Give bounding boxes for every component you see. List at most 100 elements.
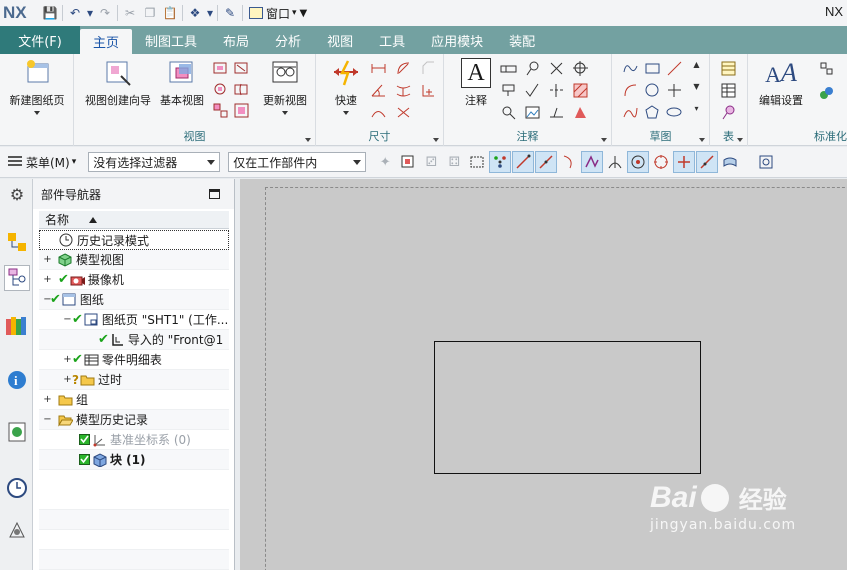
circle-icon[interactable] — [644, 82, 661, 99]
update-view-caret-icon[interactable] — [282, 111, 288, 115]
select-component-icon[interactable]: ⚂ — [420, 151, 442, 173]
datum-target-icon[interactable] — [548, 60, 565, 77]
table-note-icon[interactable] — [720, 60, 737, 77]
redo-icon[interactable]: ↷ — [95, 3, 115, 23]
surface-finish-icon[interactable] — [524, 82, 541, 99]
tab-tools[interactable]: 工具 — [366, 26, 418, 54]
selection-extra-icon[interactable] — [755, 151, 777, 173]
linear-dimension-icon[interactable] — [370, 60, 387, 77]
general-selection-icon[interactable] — [397, 151, 419, 173]
scope-select[interactable]: 仅在工作部件内 — [228, 152, 367, 172]
tree-row-block[interactable]: 块 (1) — [39, 450, 229, 470]
type-filter-select[interactable]: 没有选择过滤器 — [88, 152, 221, 172]
ordinate-dimension-icon[interactable] — [420, 82, 437, 99]
assembly-navigator-icon[interactable] — [4, 229, 30, 255]
datum-feature-icon[interactable] — [500, 82, 517, 99]
new-sheet-caret-icon[interactable] — [34, 111, 40, 115]
drawing-view-rectangle[interactable] — [434, 341, 701, 474]
expand-icon[interactable]: + — [43, 394, 52, 405]
rapid-dimension-caret-icon[interactable] — [343, 111, 349, 115]
collapse-icon[interactable]: − — [63, 314, 72, 325]
touch-mode-icon[interactable]: ✎ — [220, 3, 240, 23]
tab-home[interactable]: 主页 — [80, 29, 133, 54]
quick-access-customize-icon[interactable]: ▼ — [300, 8, 308, 19]
snap-control-point-icon[interactable] — [558, 151, 580, 173]
break-view-icon[interactable] — [233, 81, 250, 98]
tree-row-groups[interactable]: + 组 — [39, 390, 229, 410]
ellipse-icon[interactable] — [666, 104, 683, 121]
tab-drafting-tools[interactable]: 制图工具 — [132, 26, 210, 54]
expand-icon[interactable]: + — [63, 354, 72, 365]
dimension-group-more-icon[interactable] — [433, 138, 439, 142]
detail-view-icon[interactable] — [212, 81, 229, 98]
rectangle-select-icon[interactable] — [466, 151, 488, 173]
tree-row-imported-view[interactable]: ✔ 导入的 "Front@1 — [39, 330, 229, 350]
visibility-checkbox[interactable] — [79, 434, 90, 445]
visibility-checkbox[interactable] — [79, 454, 90, 465]
thickness-dimension-icon[interactable] — [395, 82, 412, 99]
paste-icon[interactable]: 📋 — [160, 3, 180, 23]
profile-icon[interactable] — [622, 60, 639, 77]
snap-on-surface-icon[interactable] — [719, 151, 741, 173]
expand-icon[interactable]: + — [43, 254, 52, 265]
expand-icon[interactable]: + — [63, 374, 72, 385]
snap-intersection-icon[interactable] — [581, 151, 604, 173]
view-wizard-button[interactable]: 视图创建向导 — [82, 58, 154, 108]
perimeter-dimension-icon[interactable] — [395, 104, 412, 121]
view-alignment-icon[interactable] — [212, 102, 229, 119]
checkmark-icon[interactable]: ✔ — [72, 312, 83, 327]
tree-row-parts-list[interactable]: + ✔ 零件明细表 — [39, 350, 229, 370]
area-fill-icon[interactable] — [572, 104, 589, 121]
tab-application[interactable]: 应用模块 — [418, 26, 496, 54]
expand-icon[interactable]: + — [43, 274, 52, 285]
history-palette-icon[interactable] — [4, 419, 30, 445]
snap-quadrant-icon[interactable] — [650, 151, 672, 173]
base-view-button[interactable]: 基本视图 — [156, 58, 208, 108]
web-browser-icon[interactable]: i — [4, 367, 30, 393]
standard-palette-icon[interactable] — [818, 85, 835, 102]
undo-dropdown-icon[interactable]: ▾ — [85, 3, 95, 23]
studio-spline-icon[interactable] — [622, 104, 639, 121]
system-material-icon[interactable] — [4, 517, 30, 543]
cut-icon[interactable]: ✂ — [120, 3, 140, 23]
undo-icon[interactable]: ↶ — [65, 3, 85, 23]
repeat-dropdown-icon[interactable]: ▾ — [205, 3, 215, 23]
weld-symbol-icon[interactable] — [548, 104, 565, 121]
repeat-command-icon[interactable]: ❖ — [185, 3, 205, 23]
menu-button[interactable]: 菜单(M) ▾ — [8, 154, 76, 171]
tree-row-cameras[interactable]: + ✔ 摄像机 — [39, 270, 229, 290]
arc-icon[interactable] — [622, 82, 639, 99]
roles-gear-icon[interactable]: ⚙ — [4, 181, 30, 207]
tree-row-datum-csys[interactable]: 基准坐标系 (0) — [39, 430, 229, 450]
tab-analysis[interactable]: 分析 — [262, 26, 314, 54]
snap-endpoint-icon[interactable] — [512, 151, 535, 173]
snap-midpoint-icon[interactable] — [535, 151, 558, 173]
tree-row-drawing[interactable]: − ✔ 图纸 — [39, 290, 229, 310]
update-view-button[interactable]: 更新视图 — [260, 58, 310, 115]
centerline-icon[interactable] — [548, 82, 565, 99]
collapse-icon[interactable]: − — [43, 294, 52, 305]
section-view-icon[interactable] — [233, 60, 250, 77]
copy-icon[interactable]: ❐ — [140, 3, 160, 23]
auto-balloon-icon[interactable] — [720, 104, 737, 121]
window-menu[interactable]: 窗口 ▾ ▼ — [249, 5, 307, 22]
tab-layout[interactable]: 布局 — [210, 26, 262, 54]
rectangle-icon[interactable] — [644, 60, 661, 77]
hatch-icon[interactable] — [572, 82, 589, 99]
table-group-more-icon[interactable] — [737, 138, 743, 142]
collapse-icon[interactable]: − — [43, 414, 52, 425]
tree-row-model-views[interactable]: + 模型视图 — [39, 250, 229, 270]
sketch-more-dropdown-icon[interactable]: ▲ — [688, 60, 705, 77]
parts-list-icon[interactable] — [720, 82, 737, 99]
view-group-more-icon[interactable] — [305, 138, 311, 142]
magnify-icon[interactable] — [500, 104, 517, 121]
line-icon[interactable] — [666, 60, 683, 77]
view-boundary-icon[interactable] — [233, 102, 250, 119]
sketch-group-more-icon[interactable] — [699, 138, 705, 142]
point-icon[interactable] — [666, 82, 683, 99]
polygon-icon[interactable] — [644, 104, 661, 121]
snap-existing-point-icon[interactable] — [673, 151, 696, 173]
tab-view[interactable]: 视图 — [314, 26, 366, 54]
tree-row-history-mode[interactable]: 历史记录模式 — [39, 230, 229, 250]
part-navigator-icon[interactable] — [4, 265, 30, 291]
